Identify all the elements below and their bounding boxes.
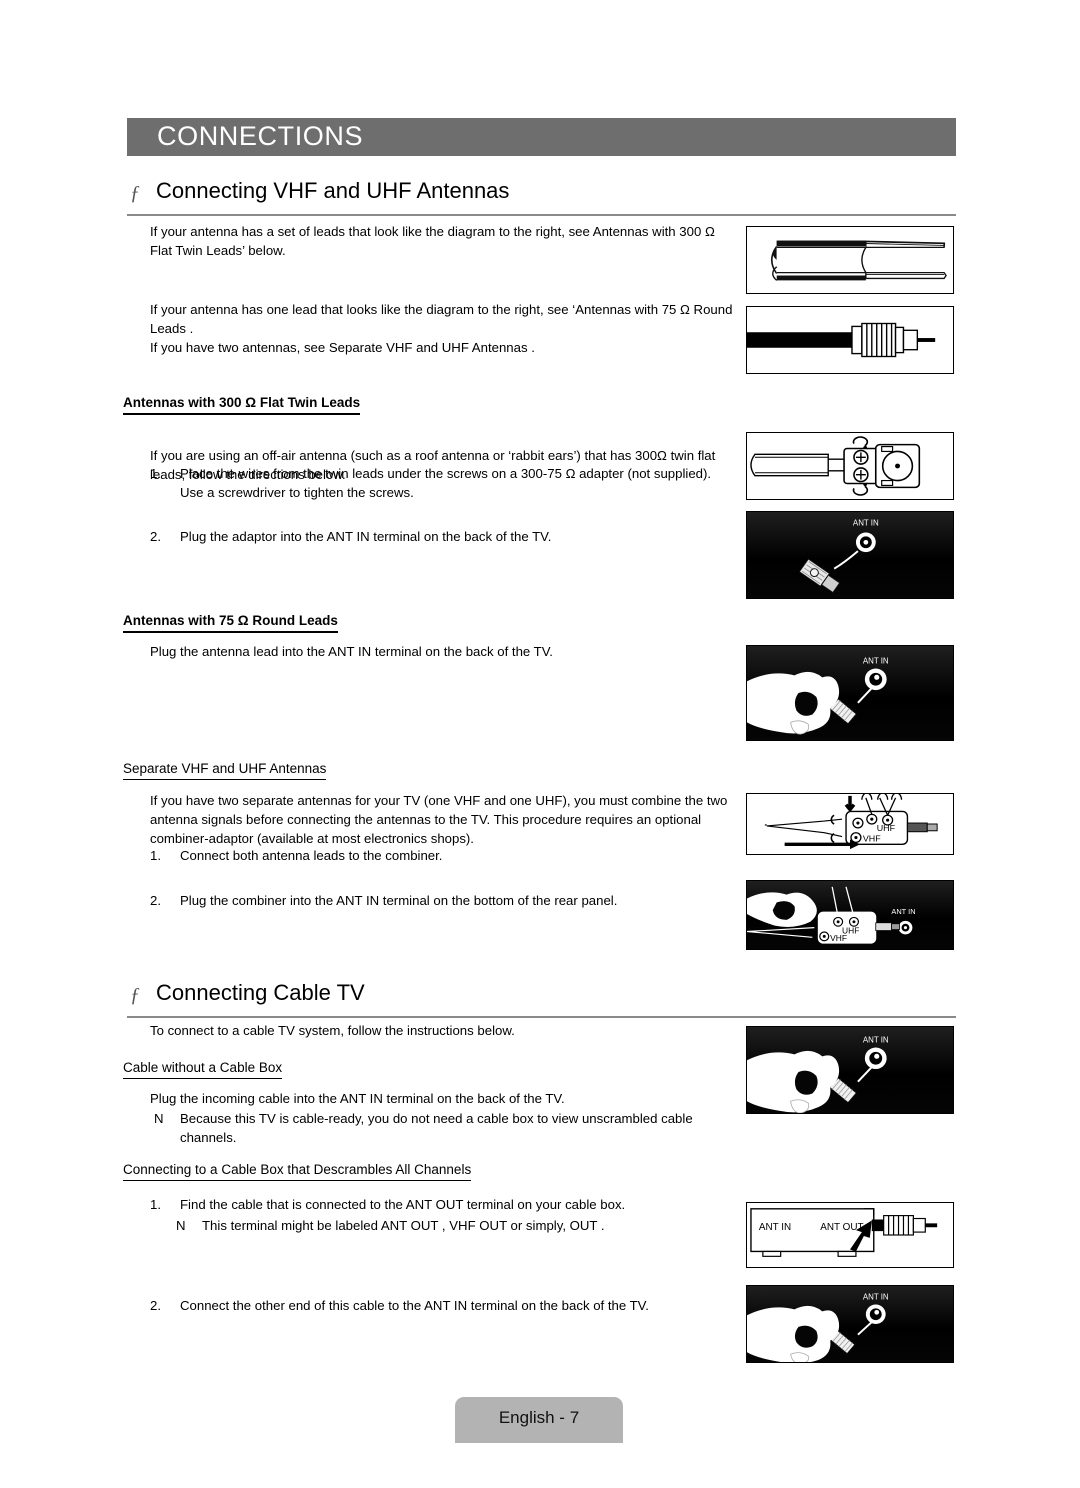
hand-holding-coax-icon: ANT IN [747,657,889,735]
ant-in-port-icon: ANT IN [798,519,879,594]
ant-in-label: ANT IN [863,1293,889,1302]
list-marker: 2. [150,529,161,544]
paragraph-cable-tv-intro: To connect to a cable TV system, follow … [150,1023,515,1038]
vhf-label: VHF [830,933,847,943]
list-text: Find the cable that is connected to the … [180,1197,626,1212]
paragraph-intro-75: If your antenna has one lead that looks … [150,302,733,336]
note-marker: N [154,1111,164,1126]
list-item: 1. Find the cable that is connected to t… [150,1195,730,1214]
figure-cable-into-ant-in: ANT IN [746,1026,954,1114]
flat-twin-lead-icon [770,240,947,281]
list-marker: 1. [150,466,161,481]
combiner-adaptor-icon: UHF VHF [764,794,938,850]
paragraph-cable-without-box: Plug the incoming cable into the ANT IN … [150,1091,565,1106]
combiner-into-ant-in-icon: ANT IN UHF VHF [747,886,916,944]
page-number-label: English - 7 [498,1408,580,1427]
figure-hand-coax-into-ant-in: ANT IN [746,645,954,741]
cable-box-ant-out-label: ANT OUT [820,1222,863,1233]
section-heading: ƒ Connecting VHF and UHF Antennas [127,178,956,216]
ant-in-label: ANT IN [853,519,879,528]
vhf-label: VHF [863,834,881,844]
subheading-separate-vhf-uhf: Separate VHF and UHF Antennas [123,761,327,780]
list-text: Connect the other end of this cable to t… [180,1298,649,1313]
hand-cable-tv-ant-in-icon: ANT IN [747,1293,889,1362]
note-item: N Because this TV is cable-ready, you do… [154,1109,734,1147]
list-marker: 1. [150,1197,161,1212]
figure-combiner-adaptor: UHF VHF [746,793,954,855]
list-marker: 2. [150,1298,161,1313]
uhf-label: UHF [877,823,896,833]
list-text: Plug the adaptor into the ANT IN termina… [180,529,552,544]
note-item: N This terminal might be labeled ANT OUT… [176,1216,736,1235]
figure-cable-box-ant-out: ANT IN ANT OUT [746,1202,954,1268]
subheading-antennas-75-ohm: Antennas with 75 Ω Round Leads [123,613,338,633]
manual-page: CONNECTIONS ƒ Connecting VHF and UHF Ant… [0,0,1080,1488]
subheading-cable-box-descrambles: Connecting to a Cable Box that Descrambl… [123,1162,472,1181]
section-connecting-vhf-uhf: ƒ Connecting VHF and UHF Antennas [127,178,956,216]
figure-flat-twin-lead-cable [746,226,954,294]
section-title: Connecting Cable TV [156,980,365,1005]
note-text: Because this TV is cable-ready, you do n… [180,1111,693,1145]
list-item: 2. Plug the adaptor into the ANT IN term… [150,527,738,546]
note-marker: N [176,1218,186,1233]
list-text: Place the wires from the twin leads unde… [180,466,712,500]
cable-box-icon: ANT IN ANT OUT [750,1208,938,1257]
paragraph-separate-antennas: If you have two separate antennas for yo… [150,793,728,846]
list-marker: 2. [150,893,161,908]
coax-connector-icon [747,322,936,358]
figure-adapter-into-ant-in: ANT IN [746,511,954,599]
chapter-header-bar: CONNECTIONS [127,118,956,156]
figure-round-coax-lead [746,306,954,374]
list-item: 2. Connect the other end of this cable t… [150,1296,730,1315]
adapter-300-75-icon [750,436,921,496]
chapter-title: CONNECTIONS [157,120,364,151]
list-text: Connect both antenna leads to the combin… [180,848,443,863]
section-title: Connecting VHF and UHF Antennas [156,178,510,203]
list-text: Plug the combiner into the ANT IN termin… [180,893,618,908]
ant-in-label: ANT IN [891,907,915,916]
ant-in-label: ANT IN [863,657,889,666]
section-marker-icon: ƒ [130,984,140,1006]
list-item: 1. Connect both antenna leads to the com… [150,846,730,865]
section-connecting-cable-tv: ƒ Connecting Cable TV [127,980,956,1018]
page-footer-tab: English - 7 [455,1397,623,1443]
subheading-antennas-300-ohm: Antennas with 300 Ω Flat Twin Leads [123,395,361,415]
section-marker-icon: ƒ [130,182,140,204]
paragraph-intro-two-antennas: If you have two antennas, see Separate V… [150,340,535,355]
ant-in-label: ANT IN [863,1036,889,1045]
subheading-cable-without-box: Cable without a Cable Box [123,1060,283,1079]
list-item: 2. Plug the combiner into the ANT IN ter… [150,891,730,910]
hand-cable-into-ant-in-icon: ANT IN [747,1036,889,1113]
paragraph-intro-300: If your antenna has a set of leads that … [150,224,715,258]
section-heading: ƒ Connecting Cable TV [127,980,956,1018]
cable-box-ant-in-label: ANT IN [759,1222,791,1233]
figure-300-75-adapter [746,432,954,500]
figure-cable-to-tv-ant-in: ANT IN [746,1285,954,1363]
list-item: 1. Place the wires from the twin leads u… [150,464,738,502]
paragraph-75-ohm: Plug the antenna lead into the ANT IN te… [150,644,553,659]
note-text: This terminal might be labeled ANT OUT ,… [202,1218,605,1233]
figure-combiner-into-ant-in: ANT IN UHF VHF [746,880,954,950]
list-marker: 1. [150,848,161,863]
